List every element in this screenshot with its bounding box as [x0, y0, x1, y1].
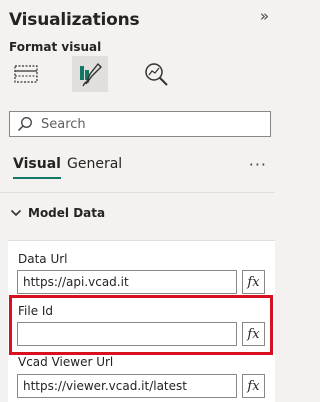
- paintbrush-chart-icon: [80, 62, 102, 87]
- viewer-url-input[interactable]: [17, 374, 237, 398]
- model-data-card: Data Url fx File Id fx Vcad Viewer Url f…: [8, 240, 275, 402]
- table-grid-icon: [14, 65, 38, 83]
- magnifier-chart-icon: [145, 63, 168, 86]
- file-id-input[interactable]: [17, 322, 237, 346]
- viewer-url-fx-button[interactable]: fx: [242, 374, 265, 398]
- data-url-input[interactable]: [17, 270, 237, 294]
- viewer-url-label: Vcad Viewer Url: [18, 355, 114, 369]
- model-data-section-header[interactable]: Model Data: [10, 206, 105, 220]
- search-icon: [17, 117, 32, 132]
- file-id-fx-button[interactable]: fx: [242, 322, 265, 346]
- file-id-label: File Id: [18, 304, 54, 318]
- pane-title: Visualizations: [9, 10, 140, 30]
- format-tabs: Visual General: [13, 156, 273, 180]
- collapse-pane-icon[interactable]: »: [260, 9, 269, 24]
- data-url-label: Data Url: [18, 252, 68, 266]
- chevron-down-icon: [10, 209, 22, 217]
- tab-visual[interactable]: Visual: [13, 156, 61, 179]
- visualization-tab-strip: [0, 56, 275, 94]
- more-options-icon[interactable]: ···: [249, 155, 267, 174]
- tab-general[interactable]: General: [67, 156, 122, 172]
- section-label: Model Data: [28, 206, 106, 220]
- format-visual-heading: Format visual: [9, 40, 102, 54]
- build-visual-tab[interactable]: [8, 56, 44, 92]
- search-box[interactable]: [9, 111, 271, 137]
- analytics-tab[interactable]: [138, 56, 174, 92]
- divider: [0, 192, 275, 193]
- search-input[interactable]: [41, 116, 241, 132]
- data-url-fx-button[interactable]: fx: [242, 270, 265, 294]
- format-visual-tab[interactable]: [72, 56, 108, 92]
